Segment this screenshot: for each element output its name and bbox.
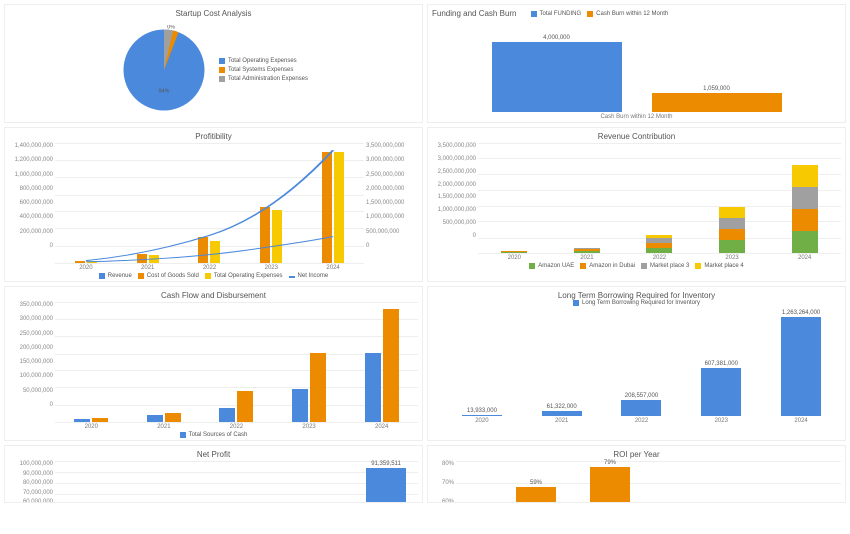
legend-item: Cash Burn within 12 Month <box>587 11 668 17</box>
bar-cash-burn: 1,059,000 <box>652 86 782 112</box>
y-axis-right: 3,500,000,0003,000,000,0002,500,000,0002… <box>366 143 416 249</box>
y-axis-left: 1,400,000,0001,200,000,0001,000,000,0008… <box>11 143 53 249</box>
legend-item: Cost of Goods Sold <box>138 273 199 279</box>
legend-item: Total FUNDING <box>531 11 582 17</box>
svg-text:0%: 0% <box>167 25 175 31</box>
stack-2020 <box>501 251 527 253</box>
chart-funding-cash-burn: Funding and Cash Burn Total FUNDING Cash… <box>427 4 846 123</box>
chart-title: Cash Flow and Disbursement <box>9 291 418 300</box>
legend-item: Revenue <box>99 273 132 279</box>
chart-revenue-contribution: Revenue Contribution 3,500,000,0003,000,… <box>427 127 846 282</box>
stack-2022 <box>646 235 672 253</box>
line-overlay <box>55 143 364 263</box>
legend-item: Total Operating Expenses <box>205 273 283 279</box>
chart-title: Long Term Borrowing Required for Invento… <box>432 291 841 300</box>
stack-2024 <box>792 165 818 253</box>
chart-startup-cost: Startup Cost Analysis 94% 0% Total Opera… <box>4 4 423 123</box>
chart-title: ROI per Year <box>432 450 841 459</box>
chart-profitability: Profitibility 1,400,000,0001,200,000,000… <box>4 127 423 282</box>
y-axis: 80%70%60% <box>434 461 454 503</box>
y-axis: 350,000,000300,000,000250,000,000200,000… <box>11 302 53 408</box>
chart-title: Funding and Cash Burn <box>432 9 517 18</box>
chart-title: Net Profit <box>9 450 418 459</box>
pie-icon: 94% 0% <box>119 25 209 115</box>
svg-text:94%: 94% <box>159 89 170 95</box>
legend-item: Total Sources of Cash <box>180 432 248 438</box>
y-axis: 3,500,000,0003,000,000,0002,500,000,0002… <box>434 143 476 239</box>
chart-title: Profitibility <box>9 132 418 141</box>
stack-2021 <box>574 248 600 253</box>
legend-item: Total Administration Expenses <box>219 76 308 82</box>
stack-2023 <box>719 207 745 253</box>
chart-long-term-borrowing: Long Term Borrowing Required for Invento… <box>427 286 846 441</box>
legend-item: Net Income <box>289 273 329 279</box>
chart-title: Revenue Contribution <box>432 132 841 141</box>
chart-roi-per-year: ROI per Year 80%70%60% 59% 79% <box>427 445 846 503</box>
legend-item: Amazon UAE <box>529 263 574 269</box>
legend-item: Market place 3 <box>641 263 689 269</box>
chart-title: Startup Cost Analysis <box>9 9 418 18</box>
legend-item: Amazon in Dubai <box>580 263 635 269</box>
chart-net-profit: Net Profit 100,000,00090,000,00080,000,0… <box>4 445 423 503</box>
y-axis: 100,000,00090,000,00080,000,00070,000,00… <box>11 461 53 503</box>
legend-item: Total Systems Expenses <box>219 67 308 73</box>
chart-cash-flow: Cash Flow and Disbursement 350,000,00030… <box>4 286 423 441</box>
bar-total-funding: 4,000,000 <box>492 35 622 112</box>
legend-item: Total Operating Expenses <box>219 58 308 64</box>
legend-item: Market place 4 <box>695 263 743 269</box>
